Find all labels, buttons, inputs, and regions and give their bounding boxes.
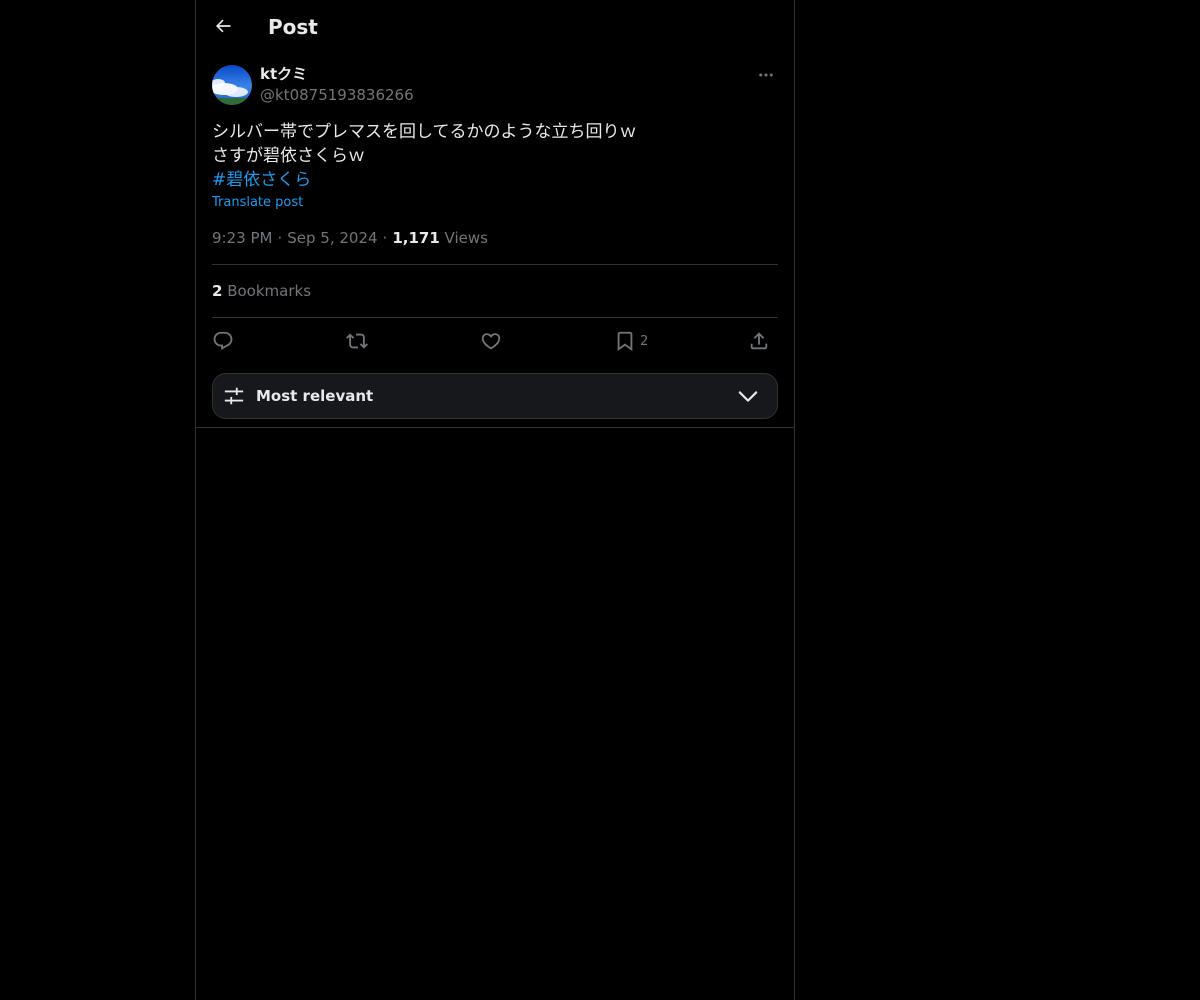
- replies-sort-dropdown[interactable]: Most relevant: [212, 373, 778, 419]
- repost-button[interactable]: [346, 328, 368, 354]
- views-count: 1,171: [392, 229, 440, 247]
- back-arrow-icon: [215, 19, 231, 33]
- action-bar: 2: [212, 328, 778, 354]
- views-label: Views: [444, 229, 488, 247]
- divider: [212, 317, 778, 318]
- post-date[interactable]: Sep 5, 2024: [287, 229, 377, 247]
- bookmarks-stat[interactable]: 2 Bookmarks: [212, 281, 311, 301]
- heart-icon: [481, 333, 501, 350]
- bookmarks-count: 2: [212, 282, 223, 300]
- reply-icon: [213, 331, 233, 350]
- author-display-name[interactable]: ktクミ: [260, 64, 307, 84]
- post-text-line: シルバー帯でプレマスを回してるかのような立ち回りｗ: [212, 122, 637, 142]
- author-row: ktクミ @kt0875193836266: [212, 64, 778, 106]
- post: ktクミ @kt0875193836266 シルバー帯でプレマスを回してるかのよ…: [212, 64, 778, 247]
- sliders-icon: [224, 387, 244, 405]
- main-column: Post ktクミ @kt0875193836266 シルバー帯でプレマスを回し…: [195, 0, 795, 1000]
- chevron-down-icon: [738, 391, 758, 402]
- reply-button[interactable]: [212, 328, 234, 354]
- avatar-image: [212, 65, 252, 105]
- top-bar: Post: [196, 0, 794, 53]
- separator: ·: [277, 229, 283, 247]
- more-options-button[interactable]: [754, 64, 778, 86]
- share-button[interactable]: [748, 328, 770, 354]
- divider: [212, 264, 778, 265]
- bookmark-count: 2: [640, 333, 649, 349]
- back-button[interactable]: [206, 9, 240, 43]
- bookmark-button[interactable]: 2: [614, 328, 648, 354]
- bookmark-icon: [617, 331, 633, 352]
- more-icon: [759, 73, 773, 77]
- share-icon: [750, 332, 768, 350]
- post-time[interactable]: 9:23 PM: [212, 229, 272, 247]
- avatar[interactable]: [212, 65, 252, 105]
- section-divider: [196, 427, 794, 428]
- repost-icon: [346, 333, 368, 349]
- hashtag-link[interactable]: #碧依さくら: [212, 168, 778, 192]
- translate-post-link[interactable]: Translate post: [212, 194, 303, 212]
- author-handle[interactable]: @kt0875193836266: [260, 85, 414, 105]
- bookmarks-label: Bookmarks: [227, 282, 312, 300]
- post-meta: 9:23 PM · Sep 5, 2024 · 1,171 Views: [212, 228, 488, 248]
- post-text: シルバー帯でプレマスを回してるかのような立ち回りｗ さすが碧依さくらｗ #碧依さ…: [212, 120, 778, 192]
- sort-label: Most relevant: [256, 387, 374, 405]
- separator: ·: [382, 229, 388, 247]
- page-title: Post: [268, 15, 318, 39]
- like-button[interactable]: [480, 328, 502, 354]
- post-text-line: さすが碧依さくらｗ: [212, 146, 365, 166]
